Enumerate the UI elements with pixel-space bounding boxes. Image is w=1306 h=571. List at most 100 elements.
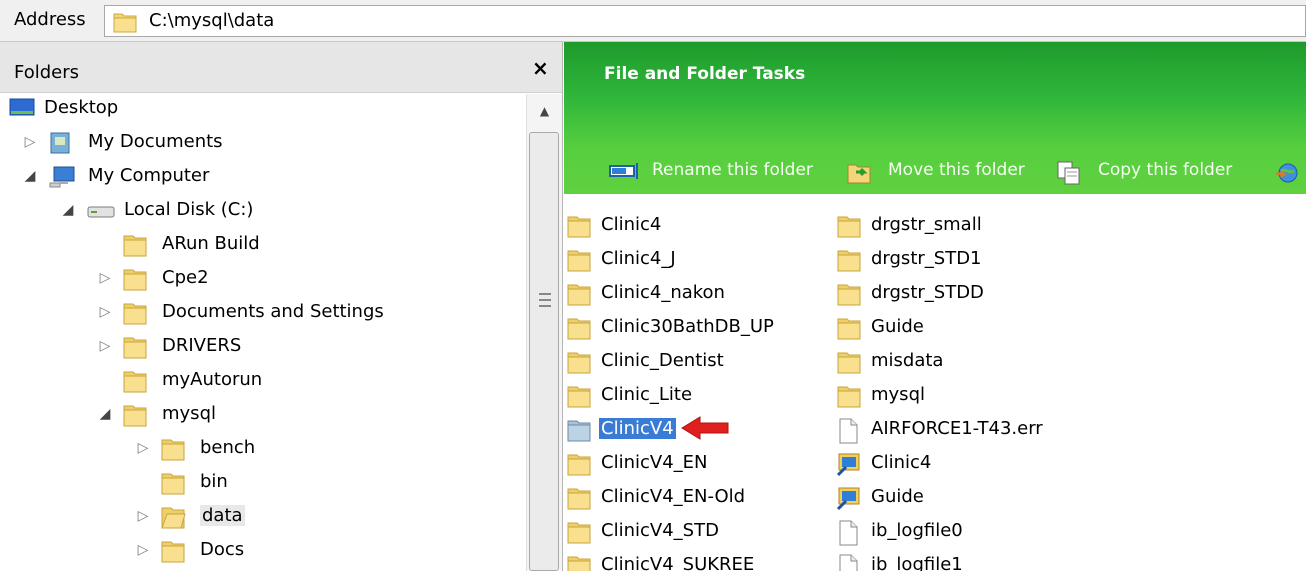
expand-arrow-icon[interactable]: ▷	[135, 542, 151, 558]
tree-item-label: My Computer	[88, 165, 210, 186]
address-path[interactable]: C:\mysql\data	[149, 10, 274, 31]
tree-item-label: Local Disk (C:)	[124, 199, 254, 220]
tree-item-local-disk-c[interactable]: ◢ Local Disk (C:)	[0, 196, 526, 230]
open-folder-icon	[160, 504, 186, 530]
tree-item-bin[interactable]: bin	[0, 468, 526, 502]
folder-icon	[836, 383, 862, 409]
file-item-label: misdata	[871, 350, 944, 371]
drive-icon	[86, 198, 116, 222]
file-item-label: Guide	[871, 486, 924, 507]
folders-pane: Folders × Desktop ▷ My Documents ◢ My Comput…	[0, 42, 563, 571]
file-item-label: drgstr_small	[871, 214, 982, 235]
tree-item-cpe2[interactable]: ▷ Cpe2	[0, 264, 526, 298]
publish-web-icon	[1274, 160, 1300, 186]
my-computer-icon	[48, 164, 76, 190]
tree-item-docs[interactable]: ▷ Docs	[0, 536, 526, 570]
folder-icon	[836, 315, 862, 341]
file-item-label: ClinicV4_EN	[601, 452, 708, 473]
tree-item-label: DRIVERS	[162, 335, 242, 356]
tasks-title: File and Folder Tasks	[604, 64, 806, 84]
expand-arrow-icon[interactable]: ▷	[22, 134, 38, 150]
tree-item-label: mysql	[162, 403, 216, 424]
file-item-label: Clinic4_J	[601, 248, 676, 269]
grip-icon	[539, 293, 551, 307]
file-item-label: Clinic4	[601, 214, 662, 235]
expand-arrow-icon[interactable]: ▷	[97, 270, 113, 286]
tree-item-label: data	[200, 505, 245, 526]
shortcut-icon	[836, 485, 864, 511]
tree-item-my-computer[interactable]: ◢ My Computer	[0, 162, 526, 196]
folders-title: Folders	[14, 62, 80, 83]
folder-icon	[113, 11, 137, 33]
file-icon	[836, 417, 860, 445]
folder-icon	[122, 232, 148, 258]
tree-item-bench[interactable]: ▷ bench	[0, 434, 526, 468]
tree-item-label: Docs	[200, 539, 245, 560]
red-arrow-annotation	[680, 414, 732, 442]
collapse-arrow-icon[interactable]: ◢	[97, 406, 113, 422]
folder-icon	[566, 383, 592, 409]
copy-folder-label: Copy this folder	[1098, 160, 1233, 180]
address-field[interactable]: C:\mysql\data	[104, 5, 1306, 37]
file-item-label: ib_logfile0	[871, 520, 963, 541]
file-item-label: Clinic4	[871, 452, 932, 473]
folder-icon	[160, 470, 186, 496]
expand-arrow-icon[interactable]: ▷	[135, 508, 151, 524]
folder-tree: Desktop ▷ My Documents ◢ My Computer ◢ Local D…	[0, 94, 526, 571]
collapse-arrow-icon[interactable]: ◢	[22, 168, 38, 184]
tree-item-label: myAutorun	[162, 369, 263, 390]
tree-item-desktop[interactable]: Desktop	[0, 94, 526, 128]
file-item-label: ClinicV4_SUKREE	[601, 554, 755, 571]
file-item-label: AIRFORCE1-T43.err	[871, 418, 1043, 439]
file-item-label: Clinic30BathDB_UP	[601, 316, 774, 337]
copy-icon	[1056, 160, 1082, 186]
tree-item-label: ARun Build	[162, 233, 260, 254]
rename-folder-label: Rename this folder	[652, 160, 813, 180]
folder-icon	[836, 247, 862, 273]
folder-icon	[122, 334, 148, 360]
tree-item-documents-and-settings[interactable]: ▷ Documents and Settings	[0, 298, 526, 332]
file-item-label: drgstr_STD1	[871, 248, 982, 269]
folder-icon	[160, 538, 186, 564]
folder-icon	[566, 349, 592, 375]
expand-arrow-icon[interactable]: ▷	[97, 304, 113, 320]
move-icon	[846, 160, 874, 186]
close-icon[interactable]: ×	[532, 56, 549, 80]
tree-item-data[interactable]: ▷ data	[0, 502, 526, 536]
tree-item-label: bench	[200, 437, 256, 458]
tree-item-label: My Documents	[88, 131, 223, 152]
address-label: Address	[14, 9, 86, 30]
folder-icon	[836, 281, 862, 307]
collapse-arrow-icon[interactable]: ◢	[60, 202, 76, 218]
tree-item-myautorun[interactable]: myAutorun	[0, 366, 526, 400]
file-folder-tasks-panel: File and Folder Tasks Rename this folder…	[564, 42, 1306, 194]
tree-item-arun-build[interactable]: ARun Build	[0, 230, 526, 264]
expand-arrow-icon[interactable]: ▷	[97, 338, 113, 354]
folder-icon	[836, 349, 862, 375]
folder-icon	[566, 281, 592, 307]
tree-item-label: bin	[200, 471, 228, 492]
folder-icon	[836, 213, 862, 239]
file-item-label: drgstr_STDD	[871, 282, 984, 303]
folder-icon	[566, 417, 592, 443]
scroll-thumb[interactable]	[529, 132, 559, 571]
expand-arrow-icon[interactable]: ▷	[135, 440, 151, 456]
file-item-label: Guide	[871, 316, 924, 337]
file-item-label: ib_logfile1	[871, 554, 963, 571]
file-icon	[836, 519, 860, 547]
folder-icon	[566, 553, 592, 571]
vertical-scrollbar[interactable]: ▲	[526, 94, 562, 571]
folder-icon	[566, 213, 592, 239]
desktop-icon	[8, 96, 36, 120]
tree-item-mysql[interactable]: ◢ mysql	[0, 400, 526, 434]
tree-item-drivers[interactable]: ▷ DRIVERS	[0, 332, 526, 366]
folder-icon	[566, 247, 592, 273]
tree-item-label: Documents and Settings	[162, 301, 384, 322]
tree-item-label: Desktop	[44, 97, 119, 118]
folder-icon	[160, 436, 186, 462]
file-item-label: Clinic_Dentist	[601, 350, 724, 371]
folder-icon	[122, 368, 148, 394]
tree-item-my-documents[interactable]: ▷ My Documents	[0, 128, 526, 162]
my-documents-icon	[48, 130, 74, 156]
scroll-up-icon[interactable]: ▲	[527, 94, 562, 128]
